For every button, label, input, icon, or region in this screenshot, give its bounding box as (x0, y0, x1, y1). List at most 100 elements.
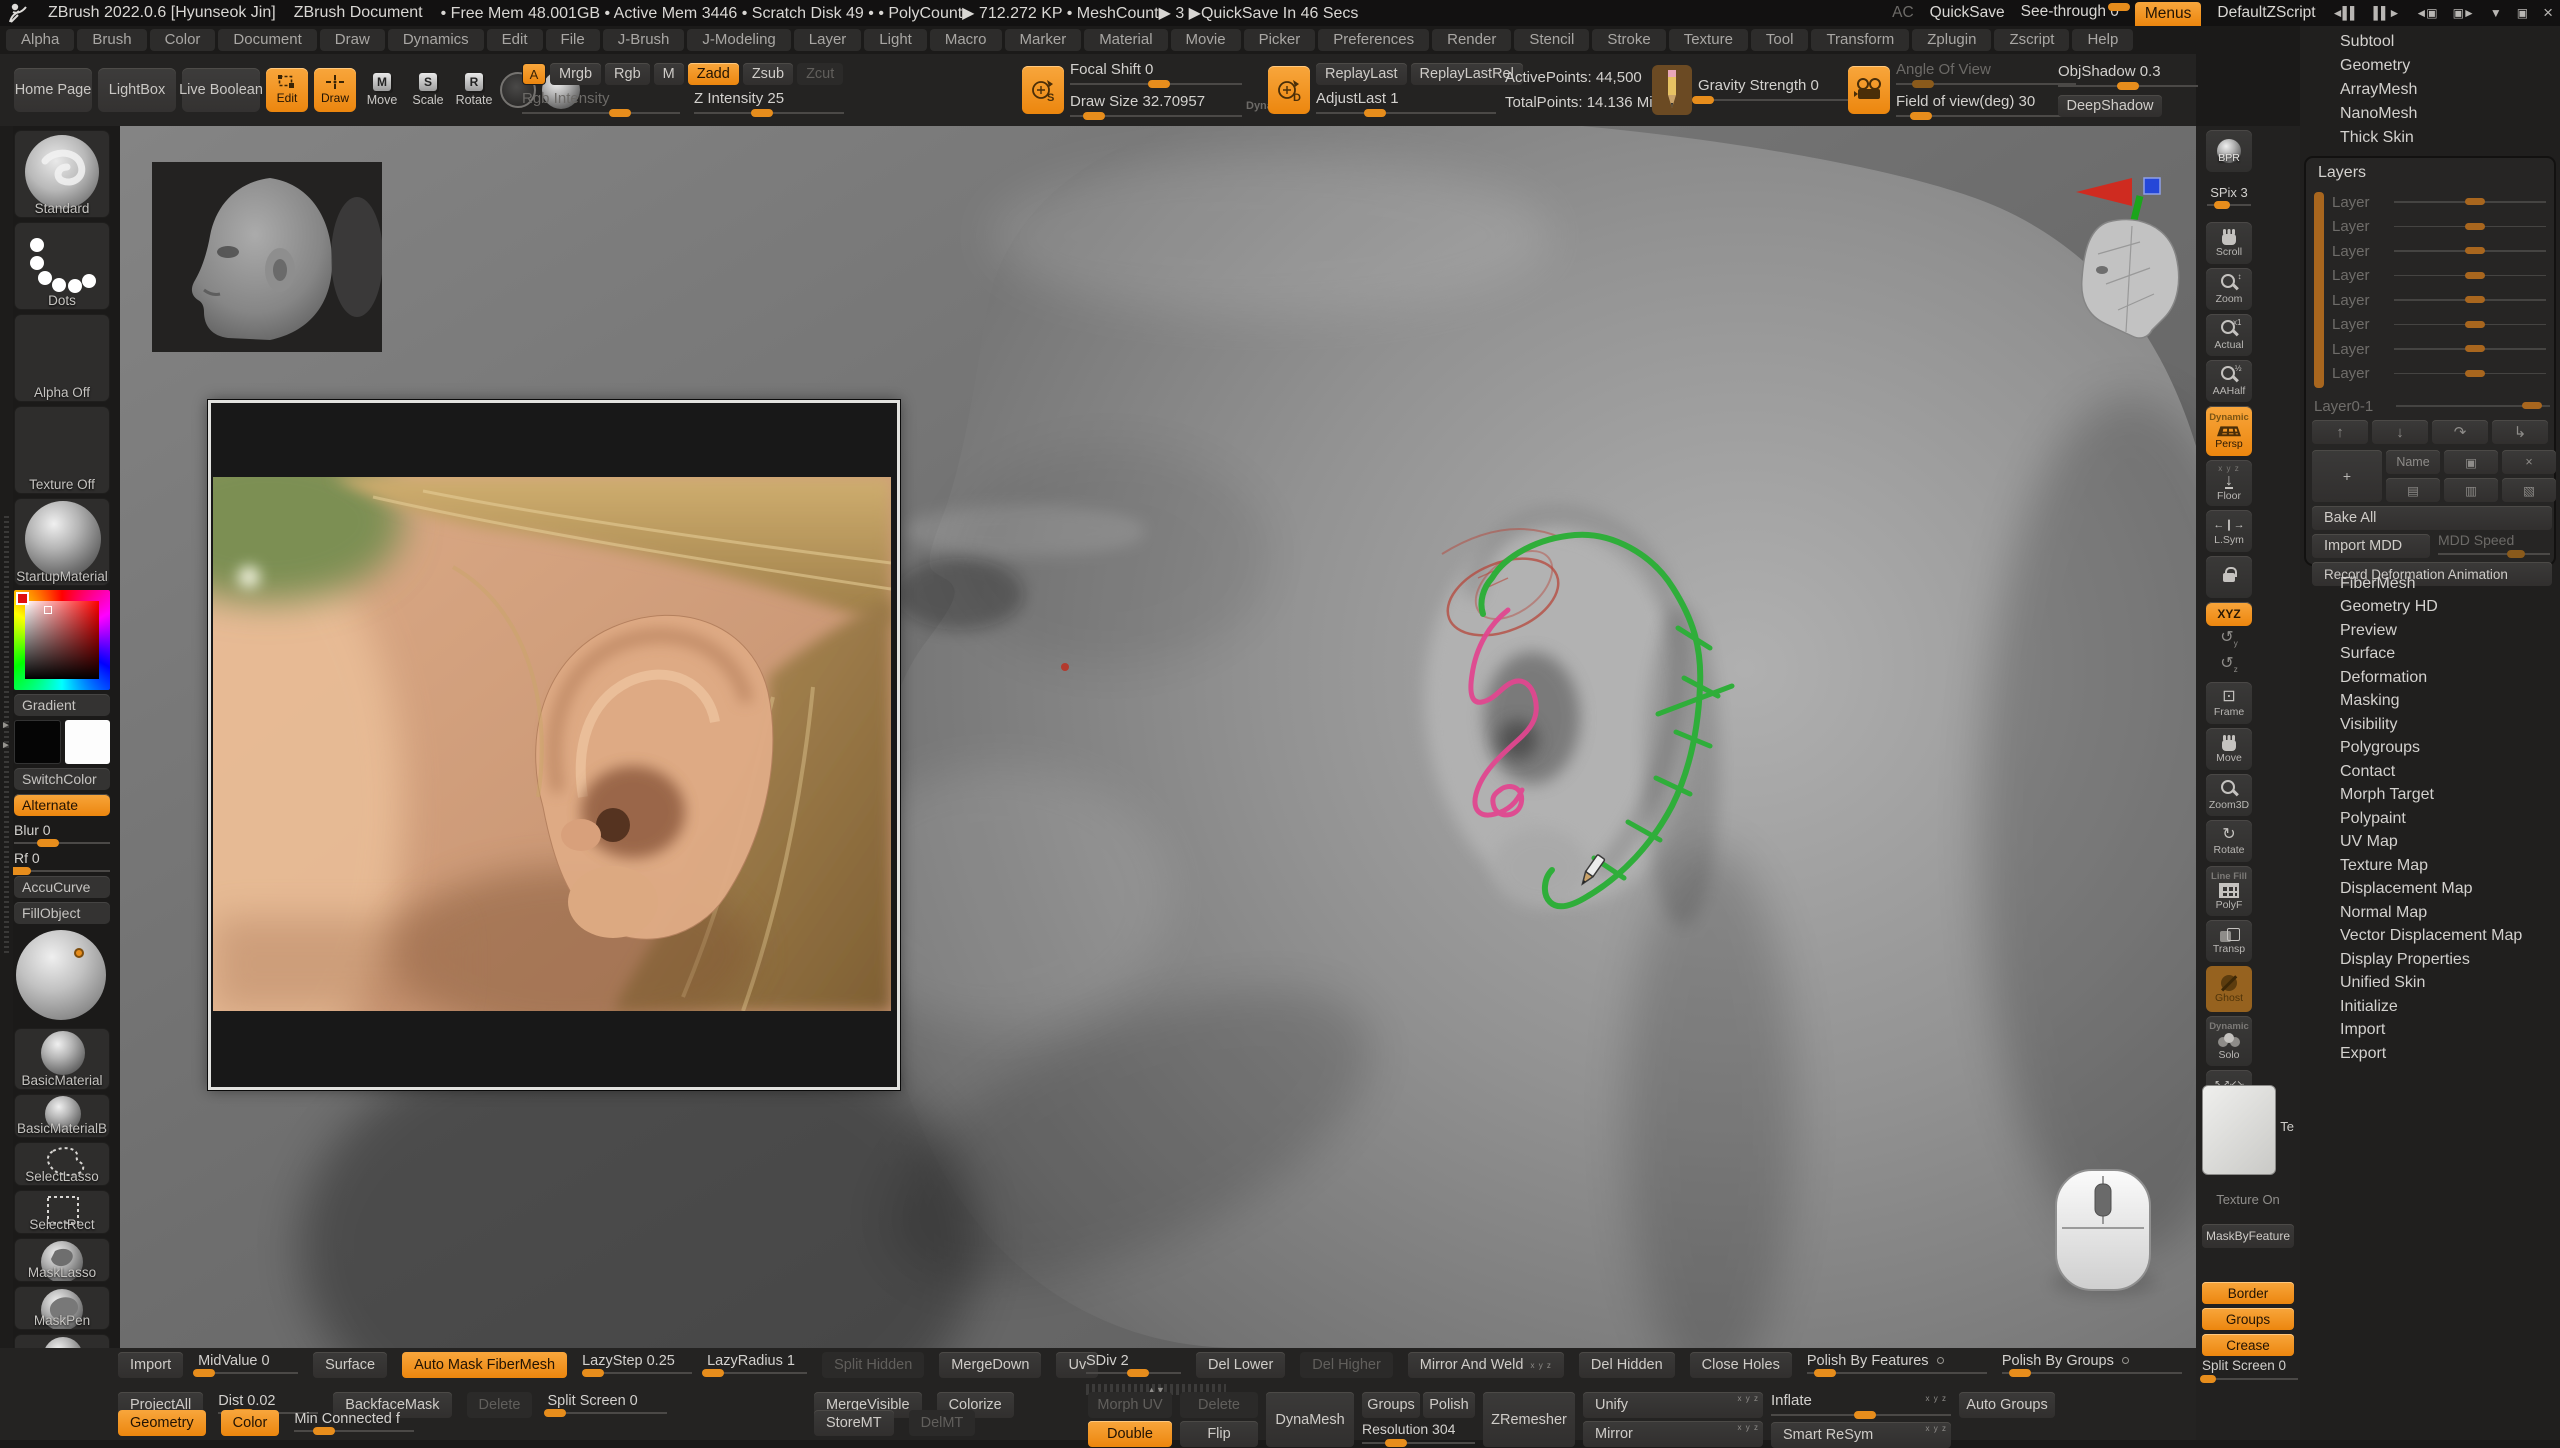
palette-section[interactable]: Vector Displacement Map (2300, 925, 2560, 949)
unify-button[interactable]: Unifyx y z (1583, 1392, 1763, 1418)
menu-item[interactable]: Draw (320, 29, 385, 51)
rotate-mode-button[interactable]: R Rotate (454, 73, 494, 107)
lazy-mouse-pencil-button[interactable] (1652, 65, 1692, 115)
palette-section[interactable]: Masking (2300, 690, 2560, 714)
auto-groups-button[interactable]: Auto Groups (1959, 1392, 2055, 1418)
bottom-control[interactable]: StoreMT (814, 1410, 894, 1436)
menu-item[interactable]: Preferences (1318, 29, 1429, 51)
persp-button[interactable]: Dynamic Persp (2206, 406, 2252, 456)
mask-lasso-brush[interactable]: MaskLasso (14, 1238, 110, 1282)
menu-item[interactable]: Zplugin (1912, 29, 1991, 51)
bottom-control[interactable]: Importx y z (118, 1352, 183, 1378)
secondary-color-swatch[interactable] (65, 720, 110, 764)
bake-all-button[interactable]: Bake All (2312, 506, 2552, 530)
split-screen-slider[interactable]: Split Screen 0 (2202, 1358, 2298, 1383)
layer-row[interactable]: Layer (2332, 215, 2546, 240)
palette-section[interactable]: Export (2300, 1042, 2560, 1066)
solo-button[interactable]: Dynamic Solo (2206, 1016, 2252, 1066)
alternate-button[interactable]: Alternate (14, 794, 110, 816)
rotate-y-button[interactable]: ↺y (2206, 630, 2252, 652)
layer-row[interactable]: Layer (2332, 264, 2546, 289)
bottom-control[interactable]: Del Lowerx y z (1196, 1352, 1285, 1378)
layer-intensity-slider[interactable] (2394, 370, 2546, 378)
menu-item[interactable]: Edit (487, 29, 543, 51)
window-next-icon[interactable]: ▣► (2453, 6, 2474, 20)
layer-name-button[interactable]: Name (2386, 450, 2440, 474)
menu-item[interactable]: Marker (1005, 29, 1082, 51)
rotate-3d-button[interactable]: ↻ Rotate (2206, 820, 2252, 862)
layer-intensity-slider[interactable] (2394, 198, 2546, 206)
zremesher-button[interactable]: ZRemesher (1483, 1392, 1575, 1447)
obj-shadow-slider[interactable]: ObjShadow 0.3 (2058, 63, 2198, 90)
transp-button[interactable]: Transp (2206, 920, 2252, 962)
bottom-control[interactable]: MergeDownx y z (939, 1352, 1041, 1378)
bottom-control[interactable]: Polish By Featuresx y z (1807, 1352, 1987, 1378)
sphere-color-selector[interactable] (74, 948, 84, 958)
xyz-button[interactable]: XYZ (2206, 602, 2252, 626)
bottom-control[interactable]: SDiv 2x y z (1086, 1352, 1181, 1378)
menu-item[interactable]: Picker (1244, 29, 1316, 51)
mirror-button[interactable]: Mirrorx y z (1583, 1421, 1763, 1447)
angle-of-view-slider[interactable]: Angle Of View (1896, 61, 2076, 88)
active-color-swatch[interactable]: A (522, 63, 546, 85)
mrgb-button[interactable]: Mrgb (550, 63, 601, 85)
palette-section[interactable]: Subtool (2300, 30, 2560, 54)
bottom-control[interactable]: LazyStep 0.25x y z (582, 1352, 692, 1378)
stroke-dots[interactable]: Dots (14, 222, 110, 310)
restore-icon[interactable]: ▣ (2517, 6, 2527, 20)
bottom-control[interactable]: Polish By Groupsx y z (2002, 1352, 2182, 1378)
double-button[interactable]: Double (1088, 1421, 1172, 1447)
material-startup[interactable]: StartupMaterial (14, 498, 110, 586)
spix-slider[interactable]: SPix 3 (2206, 176, 2252, 218)
move-mode-button[interactable]: M Move (362, 73, 402, 107)
left-tray-divider[interactable]: ► ► (0, 126, 13, 1348)
camera-button[interactable] (1848, 66, 1890, 114)
menu-item[interactable]: Tool (1751, 29, 1809, 51)
menu-item[interactable]: Macro (930, 29, 1002, 51)
menu-item[interactable]: Layer (794, 29, 862, 51)
edit-mode-button[interactable]: Edit (266, 68, 308, 112)
texture-off[interactable]: Texture Off (14, 406, 110, 494)
palette-section[interactable]: ArrayMesh (2300, 78, 2560, 102)
bottom-control[interactable]: Split Hiddenx y z (822, 1352, 924, 1378)
z-intensity-slider[interactable]: Z Intensity 25 (694, 90, 844, 117)
main-color-swatch[interactable] (14, 720, 61, 764)
layers-title[interactable]: Layers (2306, 158, 2554, 184)
mask-pen-brush[interactable]: MaskPen (14, 1286, 110, 1330)
bottom-control[interactable]: Surfacex y z (313, 1352, 387, 1378)
actual-button[interactable]: x1 Actual (2206, 314, 2252, 356)
layer-row[interactable]: Layer (2332, 288, 2546, 313)
gradient-button[interactable]: Gradient (14, 694, 110, 716)
deep-shadow-button[interactable]: DeepShadow (2058, 95, 2162, 117)
ac-toggle[interactable]: AC (1892, 4, 1914, 22)
draw-size-slider[interactable]: Draw Size 32.70957 (1070, 93, 1242, 120)
rotate-z-button[interactable]: ↺z (2206, 656, 2252, 678)
crease-button[interactable]: Crease (2202, 1334, 2294, 1356)
bottom-control[interactable]: LazyRadius 1x y z (707, 1352, 807, 1378)
import-mdd-button[interactable]: Import MDD (2312, 534, 2430, 558)
sv-selector[interactable] (44, 606, 52, 614)
select-lasso-brush[interactable]: SelectLasso (14, 1142, 110, 1186)
m-button[interactable]: M (654, 63, 684, 85)
select-rect-brush[interactable]: SelectRect (14, 1190, 110, 1234)
doc-nav-right-icon[interactable]: ▌▌► (2374, 6, 2400, 20)
palette-section[interactable]: Surface (2300, 643, 2560, 667)
zcut-button[interactable]: Zcut (797, 63, 843, 85)
zsub-button[interactable]: Zsub (743, 63, 793, 85)
resolution-slider[interactable]: Resolution 304 (1362, 1421, 1475, 1447)
layer-down-button[interactable]: ↓ (2372, 420, 2428, 444)
switch-color-button[interactable]: SwitchColor (14, 768, 110, 790)
layer-merge2-icon[interactable]: ▥ (2444, 478, 2498, 502)
palette-section[interactable]: Morph Target (2300, 784, 2560, 808)
palette-section[interactable]: UV Map (2300, 831, 2560, 855)
bottom-control[interactable]: Geometry (118, 1410, 206, 1436)
palette-section[interactable]: Unified Skin (2300, 972, 2560, 996)
bottom-control[interactable]: DelMT (909, 1410, 976, 1436)
palette-section[interactable]: Geometry HD (2300, 596, 2560, 620)
zoom3d-button[interactable]: Zoom3D (2206, 774, 2252, 816)
layer-intensity-slider[interactable] (2394, 247, 2546, 255)
live-boolean-button[interactable]: Live Boolean (182, 68, 260, 112)
dynamic-draw-size-s-icon[interactable]: S (1022, 66, 1064, 114)
menu-item[interactable]: Color (150, 29, 216, 51)
close-icon[interactable]: × (2543, 3, 2552, 23)
